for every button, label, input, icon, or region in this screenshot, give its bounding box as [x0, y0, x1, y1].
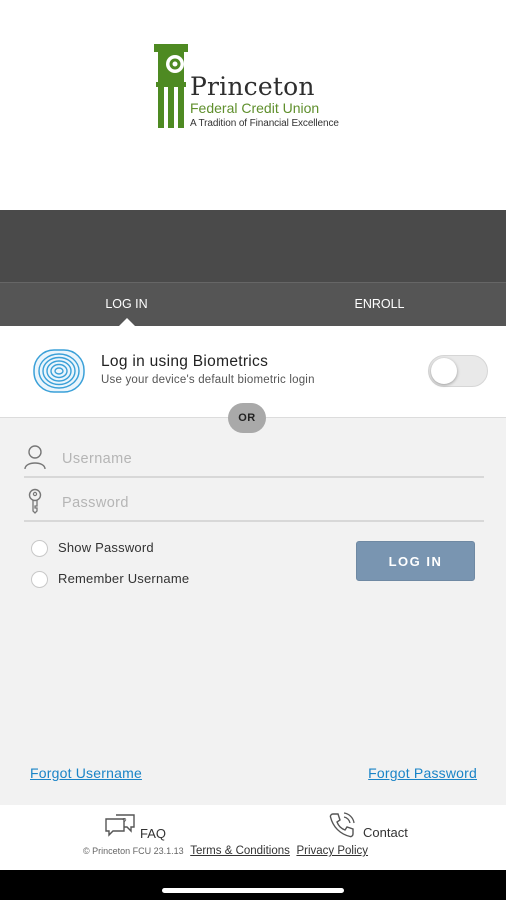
- brand-name: Princeton: [190, 72, 315, 101]
- key-icon: [28, 488, 42, 514]
- toggle-knob: [431, 358, 457, 384]
- tab-enroll[interactable]: ENROLL: [253, 283, 506, 327]
- login-button[interactable]: LOG IN: [356, 541, 475, 581]
- username-field: [24, 442, 484, 478]
- remember-username-label: Remember Username: [58, 571, 190, 586]
- fingerprint-icon: [33, 349, 85, 393]
- version-text: © Princeton FCU 23.1.13: [83, 846, 184, 856]
- password-field: [24, 486, 484, 522]
- legal-line: © Princeton FCU 23.1.13 Terms & Conditio…: [83, 845, 368, 857]
- privacy-link[interactable]: Privacy Policy: [296, 845, 368, 857]
- phone-icon: [329, 812, 355, 838]
- remember-username-checkbox[interactable]: [31, 571, 48, 588]
- column-icon: [154, 44, 188, 128]
- show-password-checkbox[interactable]: [31, 540, 48, 557]
- header-band: [0, 210, 506, 282]
- show-password-label: Show Password: [58, 540, 154, 555]
- biometrics-title: Log in using Biometrics: [101, 353, 269, 370]
- faq-label: FAQ: [140, 826, 167, 841]
- svg-text:?: ?: [122, 817, 127, 826]
- active-tab-indicator: [118, 318, 136, 327]
- logo-area: Princeton Federal Credit Union A Traditi…: [0, 0, 506, 210]
- home-indicator[interactable]: [162, 888, 344, 893]
- brand-tagline: A Tradition of Financial Excellence: [190, 118, 339, 129]
- username-input[interactable]: [62, 446, 462, 472]
- contact-label: Contact: [363, 825, 408, 840]
- user-icon: [24, 445, 46, 470]
- biometrics-description: Use your device's default biometric logi…: [101, 374, 315, 386]
- password-input[interactable]: [62, 490, 462, 516]
- or-divider: OR: [228, 403, 266, 433]
- system-nav-bar: [0, 870, 506, 900]
- footer: ? FAQ Contact © Princeton FCU 23.1.13 Te…: [0, 805, 506, 870]
- biometrics-toggle[interactable]: [428, 355, 488, 387]
- brand-subtitle: Federal Credit Union: [190, 100, 320, 116]
- brand-logo: Princeton Federal Credit Union A Traditi…: [154, 44, 364, 134]
- forgot-password-link[interactable]: Forgot Password: [368, 765, 477, 781]
- terms-link[interactable]: Terms & Conditions: [190, 845, 290, 857]
- chat-question-icon: ?: [105, 814, 135, 837]
- forgot-username-link[interactable]: Forgot Username: [30, 765, 142, 781]
- tab-bar: LOG IN ENROLL: [0, 282, 506, 326]
